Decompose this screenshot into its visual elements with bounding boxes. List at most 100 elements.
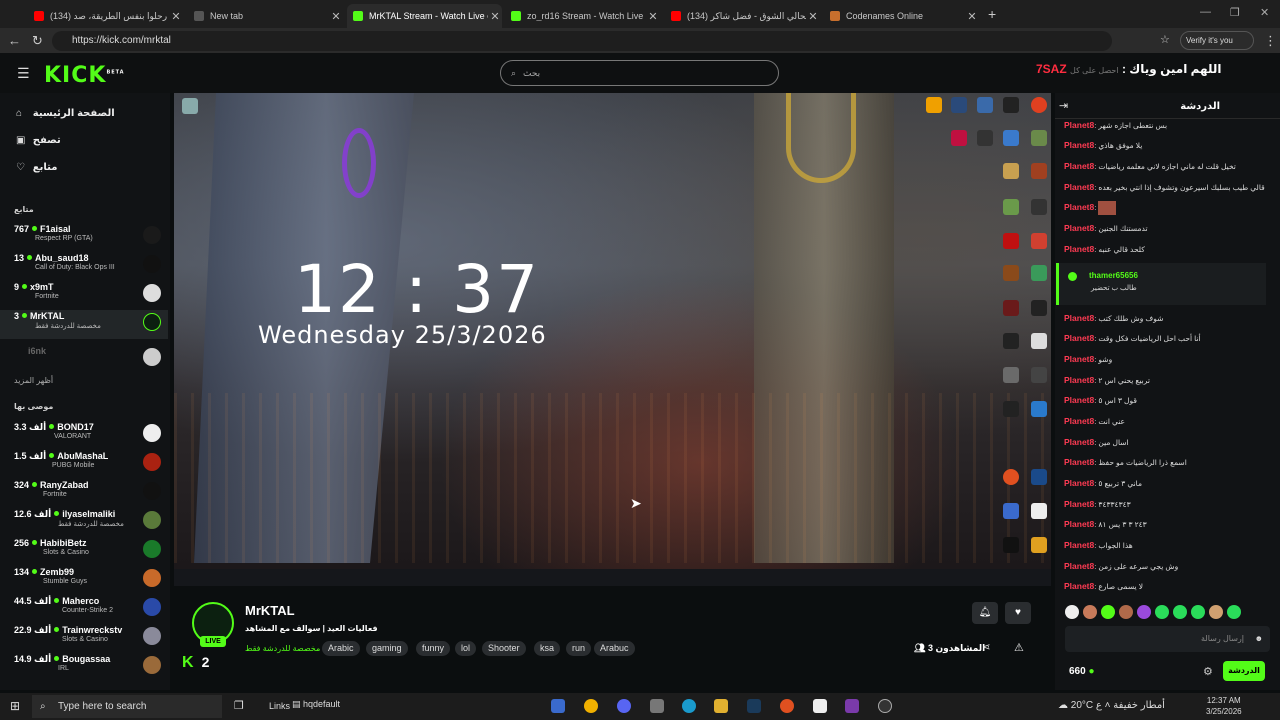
chat-username[interactable]: Planet8: [1064, 457, 1094, 467]
tag[interactable]: Arabic: [322, 641, 360, 656]
nav-following[interactable]: ♡ متابع: [16, 162, 57, 173]
chat-username[interactable]: Planet8: [1064, 244, 1094, 254]
back-icon[interactable]: ←: [8, 33, 21, 48]
close-icon[interactable]: ✕: [329, 10, 343, 23]
tag[interactable]: lol: [455, 641, 477, 656]
gear-icon[interactable]: ⚙: [1203, 665, 1213, 678]
emote-icon[interactable]: [1101, 605, 1115, 619]
taskbar-search[interactable]: ⌕ Type here to search: [32, 695, 222, 718]
emote-icon[interactable]: [1155, 605, 1169, 619]
close-icon[interactable]: ✕: [806, 10, 820, 23]
taskbar-clock[interactable]: 12:37 AM 3/25/2026: [1206, 695, 1242, 717]
show-more-link[interactable]: أظهر المزيد: [14, 376, 53, 385]
channel-points[interactable]: 660 ●: [1069, 666, 1095, 677]
chat-username[interactable]: Planet8: [1064, 161, 1094, 171]
close-icon[interactable]: ✕: [488, 10, 502, 23]
app-icon[interactable]: [845, 699, 859, 713]
chat-username[interactable]: Planet8: [1064, 313, 1094, 323]
channel-item[interactable]: 44.5 ألف Maherco Counter-Strike 2: [0, 595, 168, 624]
chat-input[interactable]: إرسال رسالة ☻: [1065, 626, 1270, 652]
chat-username[interactable]: Planet8: [1064, 140, 1094, 150]
tag[interactable]: run: [566, 641, 592, 656]
chat-username[interactable]: Planet8: [1064, 478, 1094, 488]
channel-item[interactable]: 13 Abu_saud18 Call of Duty: Black Ops III: [0, 252, 168, 281]
app-icon[interactable]: [813, 699, 827, 713]
send-chat-button[interactable]: الدردشة: [1223, 661, 1265, 681]
app-icon[interactable]: [551, 699, 565, 713]
close-window-icon[interactable]: ✕: [1260, 6, 1269, 19]
chat-username[interactable]: thamer65656: [1089, 271, 1138, 280]
chat-username[interactable]: Planet8: [1064, 437, 1094, 447]
browser-tab-6[interactable]: Codenames Online ✕: [824, 4, 979, 28]
browser-tab-1[interactable]: (134) اربعة رحلوا بنفس الطريقة، صد ✕: [28, 4, 183, 28]
collapse-chat-icon[interactable]: ⇥: [1059, 99, 1068, 112]
windows-start-icon[interactable]: ⊞: [10, 699, 20, 713]
kick-logo[interactable]: KICKBETA: [44, 63, 125, 88]
tag[interactable]: Arabuc: [594, 641, 635, 656]
channel-item[interactable]: 767 F1aisal Respect RP (GTA): [0, 223, 168, 252]
channel-item[interactable]: 9 x9mT Fortnite: [0, 281, 168, 310]
app-icon[interactable]: [780, 699, 794, 713]
channel-item[interactable]: 134 Zemb99 Stumble Guys: [0, 566, 168, 595]
links-toolbar[interactable]: Links: [269, 701, 290, 711]
chat-username[interactable]: Planet8: [1064, 182, 1094, 192]
browser-tab-5[interactable]: (134) صحالي الشوق - فضل شاكر - ... ✕: [665, 4, 820, 28]
channel-item[interactable]: 1.5 ألف AbuMashaL PUBG Mobile: [0, 450, 168, 479]
close-icon[interactable]: ✕: [169, 10, 183, 23]
nav-home[interactable]: ⌂ الصفحة الرئيسية: [16, 108, 115, 119]
chat-username[interactable]: Planet8: [1064, 223, 1094, 233]
verify-button[interactable]: Verify it's you: [1180, 31, 1254, 50]
url-input[interactable]: https://kick.com/mrktal: [52, 31, 1112, 51]
chat-username[interactable]: Planet8: [1064, 333, 1094, 343]
channel-item[interactable]: 324 RanyZabad Fortnite: [0, 479, 168, 508]
emote-icon[interactable]: [1083, 605, 1097, 619]
file-explorer-icon[interactable]: [714, 699, 728, 713]
discord-icon[interactable]: [617, 699, 631, 713]
tag[interactable]: gaming: [366, 641, 408, 656]
emote-icon[interactable]: [1209, 605, 1223, 619]
hamburger-icon[interactable]: ☰: [17, 65, 30, 82]
video-player[interactable]: 12 : 37 Wednesday 25/3/2026 ➤: [174, 93, 1051, 586]
steam-icon[interactable]: [747, 699, 761, 713]
share-icon[interactable]: ⋖: [982, 642, 990, 653]
streamer-name[interactable]: MrKTAL: [245, 603, 295, 618]
chat-username[interactable]: Planet8: [1064, 561, 1094, 571]
emoji-icon[interactable]: ☻: [1255, 626, 1263, 652]
chat-username[interactable]: Planet8: [1064, 120, 1094, 130]
edge-icon[interactable]: [682, 699, 696, 713]
app-icon[interactable]: [584, 699, 598, 713]
search-input[interactable]: ⌕ بحث: [500, 60, 779, 86]
chat-username[interactable]: Planet8: [1064, 416, 1094, 426]
chat-username[interactable]: Planet8: [1064, 540, 1094, 550]
app-icon[interactable]: [650, 699, 664, 713]
channel-item[interactable]: 14.9 ألف Bougassaa IRL: [0, 653, 168, 682]
chat-username[interactable]: Planet8: [1064, 519, 1094, 529]
task-view-icon[interactable]: ❐: [234, 699, 244, 712]
tag[interactable]: Shooter: [482, 641, 526, 656]
reload-icon[interactable]: ↻: [32, 33, 43, 49]
channel-item[interactable]: 256 HabibiBetz Slots & Casino: [0, 537, 168, 566]
follow-heart-button[interactable]: ♥: [1005, 602, 1031, 624]
promo-banner[interactable]: 7SAZ اللهم امين وياك : احصل على كل: [1036, 62, 1222, 76]
new-tab-button[interactable]: +: [988, 6, 996, 22]
emote-icon[interactable]: [1137, 605, 1151, 619]
obs-icon[interactable]: [878, 699, 892, 713]
report-icon[interactable]: ⚠: [1014, 641, 1024, 654]
minimize-icon[interactable]: —: [1200, 6, 1211, 18]
channel-item[interactable]: 3.3 ألف BOND17 VALORANT: [0, 421, 168, 450]
emote-icon[interactable]: [1119, 605, 1133, 619]
close-icon[interactable]: ✕: [646, 10, 660, 23]
chat-username[interactable]: Planet8: [1064, 499, 1094, 509]
maximize-icon[interactable]: ❐: [1230, 6, 1240, 19]
close-icon[interactable]: ✕: [965, 10, 979, 23]
stream-category[interactable]: مخصصة للدردشة فقط: [245, 644, 320, 653]
channel-item[interactable]: 22.9 ألف Trainwreckstv Slots & Casino: [0, 624, 168, 653]
chat-username[interactable]: Planet8: [1064, 202, 1094, 212]
emote-icon[interactable]: [1173, 605, 1187, 619]
system-tray[interactable]: ☁ 20°C أمطار خفيفة ˄ ع: [1058, 700, 1165, 711]
tag[interactable]: funny: [416, 641, 451, 656]
file-item[interactable]: ▤ hqdefault: [292, 699, 340, 710]
tag[interactable]: ksa: [534, 641, 561, 656]
channel-item-selected[interactable]: 3 MrKTAL مخصصة للدردشة فقط: [0, 310, 168, 339]
browser-tab-4[interactable]: zo_rd16 Stream - Watch Live on Ki ✕: [505, 4, 660, 28]
